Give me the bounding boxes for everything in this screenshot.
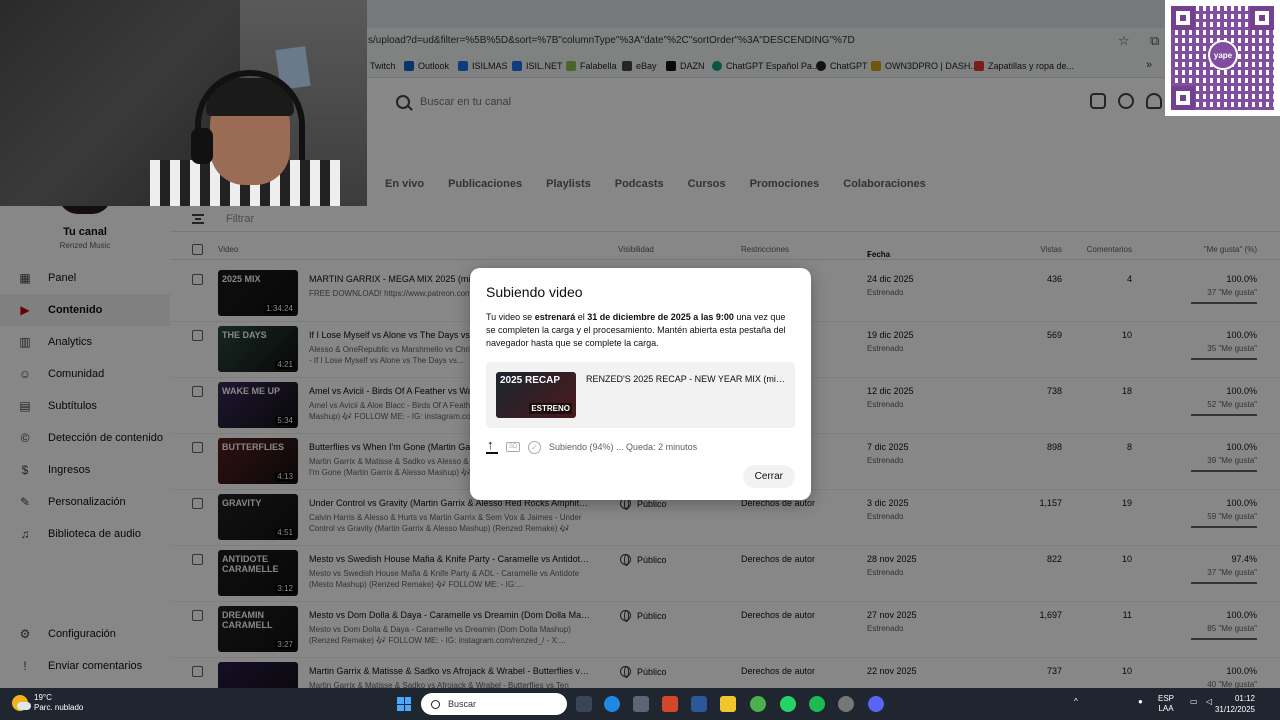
taskbar-search[interactable]: Buscar [421,693,567,715]
upload-dialog: Subiendo video Tu video se estrenará el … [470,268,811,500]
network-icon[interactable]: ▭ [1190,697,1198,707]
language-indicator[interactable]: ESP LAA [1158,694,1174,714]
yape-logo: yape [1208,40,1238,70]
yape-qr-code: yape [1165,0,1280,116]
chrome-icon[interactable] [750,696,766,712]
webcam-overlay [0,0,367,206]
sd-quality-icon: SD [506,442,520,452]
word-icon[interactable] [691,696,707,712]
discord-icon[interactable] [868,696,884,712]
task-view-icon[interactable] [576,696,592,712]
weather-widget[interactable]: 19°C Parc. nublado [12,693,83,713]
check-icon: ✓ [528,440,541,454]
dialog-message: Tu video se estrenará el 31 de diciembre… [486,312,786,348]
upload-progress-text: Subiendo (94%) ... Queda: 2 minutos [549,442,698,452]
close-button[interactable]: Cerrar [742,465,795,488]
tray-chevron-icon[interactable]: ^ [1074,697,1078,707]
whatsapp-icon[interactable] [780,696,796,712]
windows-taskbar: 19°C Parc. nublado Buscar ^ ● ESP LAA ▭ ◁ … [0,688,1280,720]
microphone-icon[interactable]: ● [1138,697,1143,707]
file-explorer-icon[interactable] [720,696,736,712]
clock[interactable]: 01:12 31/12/2025 [1215,693,1255,715]
video-thumbnail: 2025 RECAP ESTRENO [496,372,576,418]
weather-icon [12,695,31,711]
edge-icon[interactable] [604,696,620,712]
upload-status: SD ✓ Subiendo (94%) ... Queda: 2 minutos [486,437,786,454]
store-icon[interactable] [633,696,649,712]
spotify-icon[interactable] [809,696,825,712]
obs-icon[interactable] [838,696,854,712]
windows-start-icon[interactable] [397,697,411,711]
search-icon [431,699,440,709]
powerpoint-icon[interactable] [662,696,678,712]
premiere-badge: ESTRENO [529,403,572,414]
dialog-title: Subiendo video [486,284,583,300]
volume-icon[interactable]: ◁ [1206,697,1212,707]
uploading-video-card: 2025 RECAP ESTRENO RENZED'S 2025 RECAP -… [486,362,795,428]
uploading-video-title[interactable]: RENZED'S 2025 RECAP - NEW YEAR MIX (mixe… [586,374,786,384]
upload-icon [486,437,498,454]
